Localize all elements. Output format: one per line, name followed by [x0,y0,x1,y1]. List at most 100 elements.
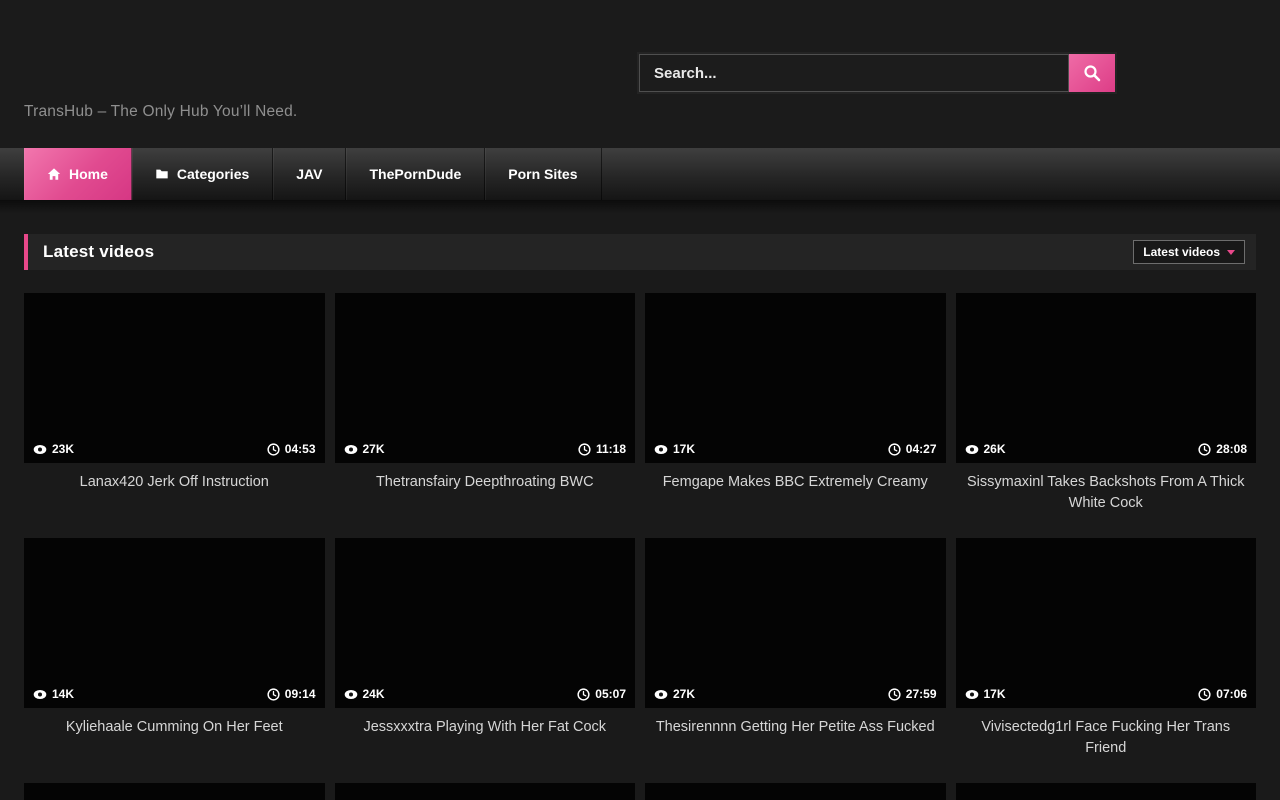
view-count: 24K [344,687,385,701]
main-content: Latest videos Latest videos 23K [24,234,1256,800]
video-card[interactable]: 27K 11:18 Thetransfairy Deepthroating BW… [335,293,636,514]
search-bar [639,54,1115,92]
video-grid-partial-row [24,783,1256,800]
video-card[interactable]: 27K 27:59 Thesirennnn Getting Her Petite… [645,538,946,759]
chevron-down-icon [1227,250,1235,255]
video-thumbnail[interactable]: 26K 28:08 [956,293,1257,463]
eye-icon [965,444,979,455]
video-duration: 04:27 [888,442,937,456]
view-count: 17K [654,442,695,456]
video-title[interactable]: Thetransfairy Deepthroating BWC [335,472,636,508]
thumbnail-meta: 26K 28:08 [956,435,1257,463]
video-thumbnail[interactable]: 17K 07:06 [956,538,1257,708]
nav-item-label: ThePornDude [369,166,461,182]
video-title[interactable]: Thesirennnn Getting Her Petite Ass Fucke… [645,717,946,753]
clock-icon [1198,688,1211,701]
sort-dropdown[interactable]: Latest videos [1133,240,1245,264]
view-count: 23K [33,442,74,456]
video-duration: 09:14 [267,687,316,701]
view-count-value: 23K [52,442,74,456]
main-nav: Home Categories JAV ThePornDude Porn Sit… [0,148,1280,200]
video-duration-value: 28:08 [1216,442,1247,456]
thumbnail-meta: 14K 09:14 [24,680,325,708]
video-card[interactable] [335,783,636,800]
view-count-value: 24K [363,687,385,701]
site-tagline: TransHub – The Only Hub You’ll Need. [24,103,297,121]
eye-icon [33,689,47,700]
nav-item-home[interactable]: Home [24,148,132,200]
search-input[interactable] [639,54,1069,92]
nav-item-theporndude[interactable]: ThePornDude [346,148,485,200]
clock-icon [1198,443,1211,456]
clock-icon [267,443,280,456]
search-icon [1083,64,1101,82]
video-title[interactable]: Jessxxxtra Playing With Her Fat Cock [335,717,636,753]
video-duration-value: 04:53 [285,442,316,456]
home-icon [47,167,61,181]
view-count-value: 26K [984,442,1006,456]
video-title[interactable]: Lanax420 Jerk Off Instruction [24,472,325,508]
nav-item-porn-sites[interactable]: Porn Sites [485,148,601,200]
thumbnail-meta: 17K 07:06 [956,680,1257,708]
video-thumbnail[interactable]: 17K 04:27 [645,293,946,463]
view-count-value: 17K [673,442,695,456]
video-card[interactable]: 23K 04:53 Lanax420 Jerk Off Instruction [24,293,325,514]
view-count: 26K [965,442,1006,456]
video-thumbnail[interactable] [956,783,1257,800]
video-card[interactable]: 17K 04:27 Femgape Makes BBC Extremely Cr… [645,293,946,514]
video-thumbnail[interactable]: 27K 11:18 [335,293,636,463]
clock-icon [578,443,591,456]
video-thumbnail[interactable] [645,783,946,800]
video-title[interactable]: Vivisectedg1rl Face Fucking Her Trans Fr… [956,717,1257,759]
sort-dropdown-label: Latest videos [1143,245,1220,259]
video-thumbnail[interactable] [24,783,325,800]
view-count-value: 27K [673,687,695,701]
nav-item-categories[interactable]: Categories [132,148,273,200]
folder-icon [155,167,169,181]
video-card[interactable] [956,783,1257,800]
video-thumbnail[interactable]: 27K 27:59 [645,538,946,708]
video-thumbnail[interactable]: 14K 09:14 [24,538,325,708]
view-count-value: 27K [363,442,385,456]
clock-icon [577,688,590,701]
video-duration: 07:06 [1198,687,1247,701]
search-button[interactable] [1069,54,1115,92]
clock-icon [267,688,280,701]
video-duration-value: 27:59 [906,687,937,701]
video-title[interactable]: Kyliehaale Cumming On Her Feet [24,717,325,753]
video-thumbnail[interactable] [335,783,636,800]
section-title: Latest videos [43,242,154,262]
video-card[interactable]: 24K 05:07 Jessxxxtra Playing With Her Fa… [335,538,636,759]
eye-icon [344,444,358,455]
video-duration: 11:18 [578,442,626,456]
thumbnail-meta: 27K 27:59 [645,680,946,708]
video-thumbnail[interactable]: 24K 05:07 [335,538,636,708]
nav-item-label: Home [69,166,108,182]
video-duration: 28:08 [1198,442,1247,456]
video-card[interactable]: 14K 09:14 Kyliehaale Cumming On Her Feet [24,538,325,759]
video-title[interactable]: Sissymaxinl Takes Backshots From A Thick… [956,472,1257,514]
video-card[interactable] [24,783,325,800]
video-card[interactable]: 17K 07:06 Vivisectedg1rl Face Fucking He… [956,538,1257,759]
thumbnail-meta: 17K 04:27 [645,435,946,463]
nav-item-jav[interactable]: JAV [273,148,346,200]
eye-icon [33,444,47,455]
video-title[interactable]: Femgape Makes BBC Extremely Creamy [645,472,946,508]
video-card[interactable] [645,783,946,800]
video-duration-value: 05:07 [595,687,626,701]
section-header: Latest videos Latest videos [24,234,1256,270]
nav-item-label: Porn Sites [508,166,577,182]
view-count-value: 14K [52,687,74,701]
clock-icon [888,688,901,701]
video-grid: 23K 04:53 Lanax420 Jerk Off Instruction [24,293,1256,759]
video-duration-value: 04:27 [906,442,937,456]
thumbnail-meta: 23K 04:53 [24,435,325,463]
eye-icon [654,689,668,700]
clock-icon [888,443,901,456]
video-card[interactable]: 26K 28:08 Sissymaxinl Takes Backshots Fr… [956,293,1257,514]
video-duration-value: 07:06 [1216,687,1247,701]
view-count: 14K [33,687,74,701]
video-thumbnail[interactable]: 23K 04:53 [24,293,325,463]
view-count: 27K [654,687,695,701]
video-duration: 05:07 [577,687,626,701]
